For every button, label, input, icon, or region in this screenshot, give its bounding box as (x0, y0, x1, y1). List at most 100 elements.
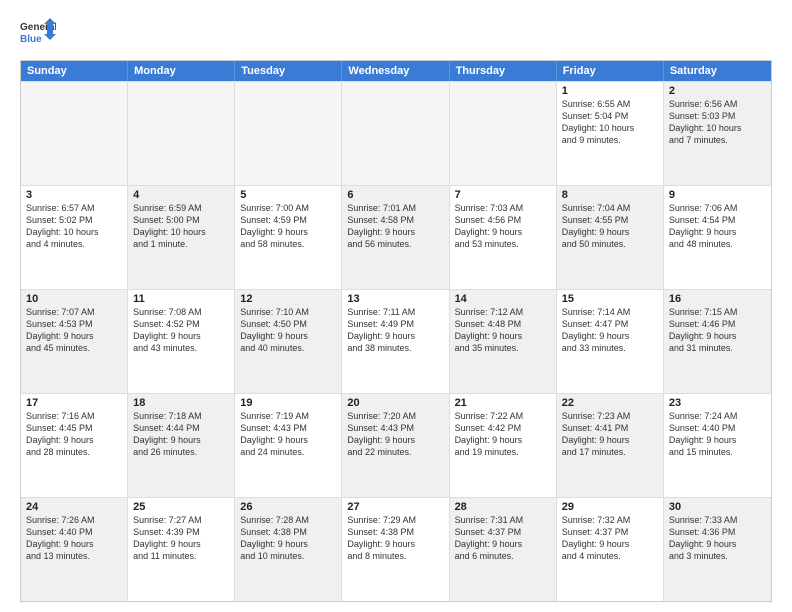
header-day-thursday: Thursday (450, 61, 557, 81)
calendar-day-14: 14Sunrise: 7:12 AM Sunset: 4:48 PM Dayli… (450, 290, 557, 393)
day-info: Sunrise: 7:19 AM Sunset: 4:43 PM Dayligh… (240, 410, 336, 459)
day-info: Sunrise: 7:31 AM Sunset: 4:37 PM Dayligh… (455, 514, 551, 563)
day-number: 27 (347, 501, 443, 513)
header-day-sunday: Sunday (21, 61, 128, 81)
day-info: Sunrise: 7:24 AM Sunset: 4:40 PM Dayligh… (669, 410, 766, 459)
day-info: Sunrise: 7:14 AM Sunset: 4:47 PM Dayligh… (562, 306, 658, 355)
svg-text:Blue: Blue (20, 34, 42, 45)
calendar-day-23: 23Sunrise: 7:24 AM Sunset: 4:40 PM Dayli… (664, 394, 771, 497)
day-number: 7 (455, 189, 551, 201)
logo-icon: General Blue (20, 16, 56, 52)
calendar-day-28: 28Sunrise: 7:31 AM Sunset: 4:37 PM Dayli… (450, 498, 557, 601)
calendar-day-26: 26Sunrise: 7:28 AM Sunset: 4:38 PM Dayli… (235, 498, 342, 601)
calendar-day-5: 5Sunrise: 7:00 AM Sunset: 4:59 PM Daylig… (235, 186, 342, 289)
calendar-day-22: 22Sunrise: 7:23 AM Sunset: 4:41 PM Dayli… (557, 394, 664, 497)
day-info: Sunrise: 7:07 AM Sunset: 4:53 PM Dayligh… (26, 306, 122, 355)
calendar-day-7: 7Sunrise: 7:03 AM Sunset: 4:56 PM Daylig… (450, 186, 557, 289)
day-info: Sunrise: 7:00 AM Sunset: 4:59 PM Dayligh… (240, 202, 336, 251)
header-day-monday: Monday (128, 61, 235, 81)
day-info: Sunrise: 7:22 AM Sunset: 4:42 PM Dayligh… (455, 410, 551, 459)
day-number: 8 (562, 189, 658, 201)
calendar-day-13: 13Sunrise: 7:11 AM Sunset: 4:49 PM Dayli… (342, 290, 449, 393)
calendar-row-2: 3Sunrise: 6:57 AM Sunset: 5:02 PM Daylig… (21, 185, 771, 289)
day-info: Sunrise: 7:20 AM Sunset: 4:43 PM Dayligh… (347, 410, 443, 459)
day-info: Sunrise: 7:18 AM Sunset: 4:44 PM Dayligh… (133, 410, 229, 459)
page-header: General Blue (20, 16, 772, 52)
calendar-day-8: 8Sunrise: 7:04 AM Sunset: 4:55 PM Daylig… (557, 186, 664, 289)
day-number: 12 (240, 293, 336, 305)
day-number: 20 (347, 397, 443, 409)
day-info: Sunrise: 7:32 AM Sunset: 4:37 PM Dayligh… (562, 514, 658, 563)
header-day-wednesday: Wednesday (342, 61, 449, 81)
calendar-day-20: 20Sunrise: 7:20 AM Sunset: 4:43 PM Dayli… (342, 394, 449, 497)
calendar-row-3: 10Sunrise: 7:07 AM Sunset: 4:53 PM Dayli… (21, 289, 771, 393)
day-info: Sunrise: 7:12 AM Sunset: 4:48 PM Dayligh… (455, 306, 551, 355)
day-info: Sunrise: 7:27 AM Sunset: 4:39 PM Dayligh… (133, 514, 229, 563)
day-info: Sunrise: 6:55 AM Sunset: 5:04 PM Dayligh… (562, 98, 658, 147)
header-day-tuesday: Tuesday (235, 61, 342, 81)
day-number: 13 (347, 293, 443, 305)
calendar: SundayMondayTuesdayWednesdayThursdayFrid… (20, 60, 772, 602)
day-number: 24 (26, 501, 122, 513)
day-info: Sunrise: 7:16 AM Sunset: 4:45 PM Dayligh… (26, 410, 122, 459)
day-info: Sunrise: 7:08 AM Sunset: 4:52 PM Dayligh… (133, 306, 229, 355)
day-number: 25 (133, 501, 229, 513)
calendar-day-4: 4Sunrise: 6:59 AM Sunset: 5:00 PM Daylig… (128, 186, 235, 289)
calendar-row-5: 24Sunrise: 7:26 AM Sunset: 4:40 PM Dayli… (21, 497, 771, 601)
day-info: Sunrise: 7:29 AM Sunset: 4:38 PM Dayligh… (347, 514, 443, 563)
calendar-empty-cell (342, 82, 449, 185)
day-info: Sunrise: 6:57 AM Sunset: 5:02 PM Dayligh… (26, 202, 122, 251)
day-number: 29 (562, 501, 658, 513)
logo: General Blue (20, 16, 56, 52)
calendar-day-16: 16Sunrise: 7:15 AM Sunset: 4:46 PM Dayli… (664, 290, 771, 393)
header-day-friday: Friday (557, 61, 664, 81)
day-number: 4 (133, 189, 229, 201)
day-info: Sunrise: 7:10 AM Sunset: 4:50 PM Dayligh… (240, 306, 336, 355)
day-info: Sunrise: 7:33 AM Sunset: 4:36 PM Dayligh… (669, 514, 766, 563)
calendar-day-18: 18Sunrise: 7:18 AM Sunset: 4:44 PM Dayli… (128, 394, 235, 497)
calendar-empty-cell (21, 82, 128, 185)
calendar-day-6: 6Sunrise: 7:01 AM Sunset: 4:58 PM Daylig… (342, 186, 449, 289)
calendar-row-1: 1Sunrise: 6:55 AM Sunset: 5:04 PM Daylig… (21, 81, 771, 185)
header-day-saturday: Saturday (664, 61, 771, 81)
calendar-empty-cell (450, 82, 557, 185)
calendar-day-30: 30Sunrise: 7:33 AM Sunset: 4:36 PM Dayli… (664, 498, 771, 601)
day-info: Sunrise: 7:03 AM Sunset: 4:56 PM Dayligh… (455, 202, 551, 251)
calendar-empty-cell (235, 82, 342, 185)
day-number: 22 (562, 397, 658, 409)
day-number: 17 (26, 397, 122, 409)
calendar-day-24: 24Sunrise: 7:26 AM Sunset: 4:40 PM Dayli… (21, 498, 128, 601)
calendar-day-19: 19Sunrise: 7:19 AM Sunset: 4:43 PM Dayli… (235, 394, 342, 497)
day-info: Sunrise: 6:59 AM Sunset: 5:00 PM Dayligh… (133, 202, 229, 251)
day-number: 5 (240, 189, 336, 201)
day-number: 16 (669, 293, 766, 305)
calendar-day-29: 29Sunrise: 7:32 AM Sunset: 4:37 PM Dayli… (557, 498, 664, 601)
day-info: Sunrise: 7:28 AM Sunset: 4:38 PM Dayligh… (240, 514, 336, 563)
day-number: 10 (26, 293, 122, 305)
day-number: 11 (133, 293, 229, 305)
day-number: 2 (669, 85, 766, 97)
day-number: 14 (455, 293, 551, 305)
calendar-day-15: 15Sunrise: 7:14 AM Sunset: 4:47 PM Dayli… (557, 290, 664, 393)
calendar-day-3: 3Sunrise: 6:57 AM Sunset: 5:02 PM Daylig… (21, 186, 128, 289)
day-info: Sunrise: 7:04 AM Sunset: 4:55 PM Dayligh… (562, 202, 658, 251)
calendar-body: 1Sunrise: 6:55 AM Sunset: 5:04 PM Daylig… (21, 81, 771, 601)
day-info: Sunrise: 7:23 AM Sunset: 4:41 PM Dayligh… (562, 410, 658, 459)
day-info: Sunrise: 7:15 AM Sunset: 4:46 PM Dayligh… (669, 306, 766, 355)
day-number: 18 (133, 397, 229, 409)
day-info: Sunrise: 7:11 AM Sunset: 4:49 PM Dayligh… (347, 306, 443, 355)
day-info: Sunrise: 6:56 AM Sunset: 5:03 PM Dayligh… (669, 98, 766, 147)
day-number: 23 (669, 397, 766, 409)
calendar-day-25: 25Sunrise: 7:27 AM Sunset: 4:39 PM Dayli… (128, 498, 235, 601)
calendar-day-17: 17Sunrise: 7:16 AM Sunset: 4:45 PM Dayli… (21, 394, 128, 497)
day-number: 26 (240, 501, 336, 513)
calendar-row-4: 17Sunrise: 7:16 AM Sunset: 4:45 PM Dayli… (21, 393, 771, 497)
day-number: 15 (562, 293, 658, 305)
calendar-header: SundayMondayTuesdayWednesdayThursdayFrid… (21, 61, 771, 81)
calendar-day-10: 10Sunrise: 7:07 AM Sunset: 4:53 PM Dayli… (21, 290, 128, 393)
calendar-day-21: 21Sunrise: 7:22 AM Sunset: 4:42 PM Dayli… (450, 394, 557, 497)
calendar-day-2: 2Sunrise: 6:56 AM Sunset: 5:03 PM Daylig… (664, 82, 771, 185)
day-info: Sunrise: 7:26 AM Sunset: 4:40 PM Dayligh… (26, 514, 122, 563)
day-number: 1 (562, 85, 658, 97)
day-info: Sunrise: 7:06 AM Sunset: 4:54 PM Dayligh… (669, 202, 766, 251)
